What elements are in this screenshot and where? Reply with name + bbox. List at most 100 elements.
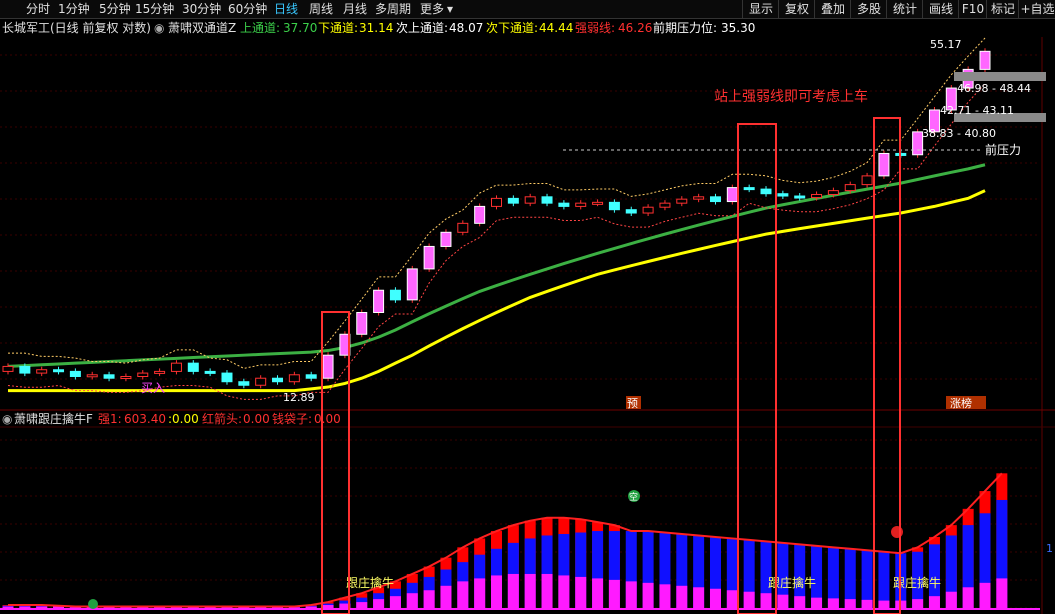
empty-signal-icon-2 xyxy=(88,599,98,609)
candle xyxy=(979,50,991,70)
pink-bar xyxy=(625,581,637,608)
candle xyxy=(103,374,115,379)
candle xyxy=(19,365,31,374)
pink-bar xyxy=(423,590,435,608)
pink-bar xyxy=(356,602,368,608)
pink-bar xyxy=(524,573,536,608)
green-ma-line xyxy=(7,163,986,368)
candle xyxy=(743,187,755,191)
candle xyxy=(575,202,587,207)
candle xyxy=(137,372,149,377)
pink-bar xyxy=(457,581,469,608)
candle xyxy=(878,152,890,177)
pink-bar xyxy=(760,593,772,608)
pink-bar xyxy=(811,597,823,608)
pink-bar xyxy=(322,605,334,608)
right-axis-label: 1 xyxy=(1046,542,1053,555)
candle xyxy=(491,197,502,207)
candle xyxy=(187,362,199,372)
candle xyxy=(642,206,654,214)
candle xyxy=(305,374,317,379)
candle xyxy=(221,372,233,383)
chart-canvas: 前压力 站上强弱线即可考虑上车 55.17 46.98 - 48.44 42.7… xyxy=(0,37,1055,614)
predict-marker: 预 xyxy=(627,397,638,410)
candle xyxy=(86,374,98,378)
low-price-label: 12.89 xyxy=(283,391,315,404)
pink-bar xyxy=(558,575,570,608)
candle xyxy=(2,365,14,372)
candle xyxy=(255,377,267,386)
blue-bar xyxy=(861,550,873,608)
pink-bar xyxy=(491,575,502,608)
empty-signal-text: 空 xyxy=(629,491,638,503)
candle xyxy=(777,193,789,197)
candle xyxy=(322,354,334,379)
candle xyxy=(541,196,553,204)
candle xyxy=(693,196,705,200)
red-signal-icon xyxy=(891,526,903,538)
pink-bar xyxy=(2,606,14,608)
candle xyxy=(457,222,469,233)
candle xyxy=(524,196,536,204)
candle xyxy=(154,370,166,374)
annotation-text: 站上强弱线即可考虑上车 xyxy=(714,88,868,105)
candle xyxy=(389,289,401,301)
pink-bar xyxy=(608,579,620,608)
pink-bar xyxy=(305,606,317,608)
pink-bar xyxy=(861,599,873,608)
pink-bar xyxy=(440,585,452,608)
candle xyxy=(659,202,671,208)
candle xyxy=(170,362,182,372)
pink-bar xyxy=(726,590,738,608)
candle xyxy=(760,188,772,195)
candle xyxy=(440,231,452,247)
pink-bar xyxy=(912,599,924,608)
pink-bar xyxy=(575,576,587,608)
band2-label: 42.71 - 43.11 xyxy=(940,104,1014,117)
pink-bar xyxy=(373,599,385,608)
pink-bar xyxy=(996,578,1008,608)
pink-bar xyxy=(878,600,890,608)
pink-bar xyxy=(777,594,789,608)
lower-channel-line xyxy=(7,83,986,400)
candle xyxy=(69,370,81,377)
candle xyxy=(844,184,856,192)
candle xyxy=(592,201,604,205)
pink-bar xyxy=(945,591,957,608)
candle xyxy=(36,369,48,374)
pink-bar xyxy=(794,596,806,608)
pink-bar xyxy=(827,598,839,608)
candle xyxy=(204,370,216,374)
blue-bar xyxy=(878,551,890,608)
pink-bar xyxy=(541,573,553,608)
pink-bar xyxy=(709,588,721,608)
candle xyxy=(474,205,486,224)
pink-bar xyxy=(743,591,755,608)
pink-bar xyxy=(36,606,48,608)
band3-label: 38.83 - 40.80 xyxy=(922,127,996,140)
pink-bar xyxy=(642,582,654,608)
candle xyxy=(861,175,873,186)
candle xyxy=(238,381,250,386)
candle xyxy=(423,245,435,270)
pink-bar xyxy=(962,587,974,608)
candle xyxy=(272,377,284,383)
pink-bar xyxy=(844,599,856,608)
pink-bar xyxy=(474,578,486,608)
candle xyxy=(827,190,839,195)
candle xyxy=(608,201,620,211)
candle xyxy=(676,198,688,204)
pink-bar xyxy=(19,606,31,608)
pink-bar xyxy=(979,582,991,608)
limit-list-marker: 涨榜 xyxy=(950,396,972,410)
candle xyxy=(120,375,132,379)
band1-label: 46.98 - 48.44 xyxy=(957,82,1031,95)
pink-bar xyxy=(693,587,705,608)
signal-label-1: 跟庄擒牛 xyxy=(346,575,394,590)
candle xyxy=(356,311,368,335)
resistance-text: 前压力 xyxy=(985,142,1021,157)
candle xyxy=(53,369,65,373)
candle xyxy=(726,187,738,203)
candle xyxy=(406,268,418,301)
candle xyxy=(794,195,806,199)
